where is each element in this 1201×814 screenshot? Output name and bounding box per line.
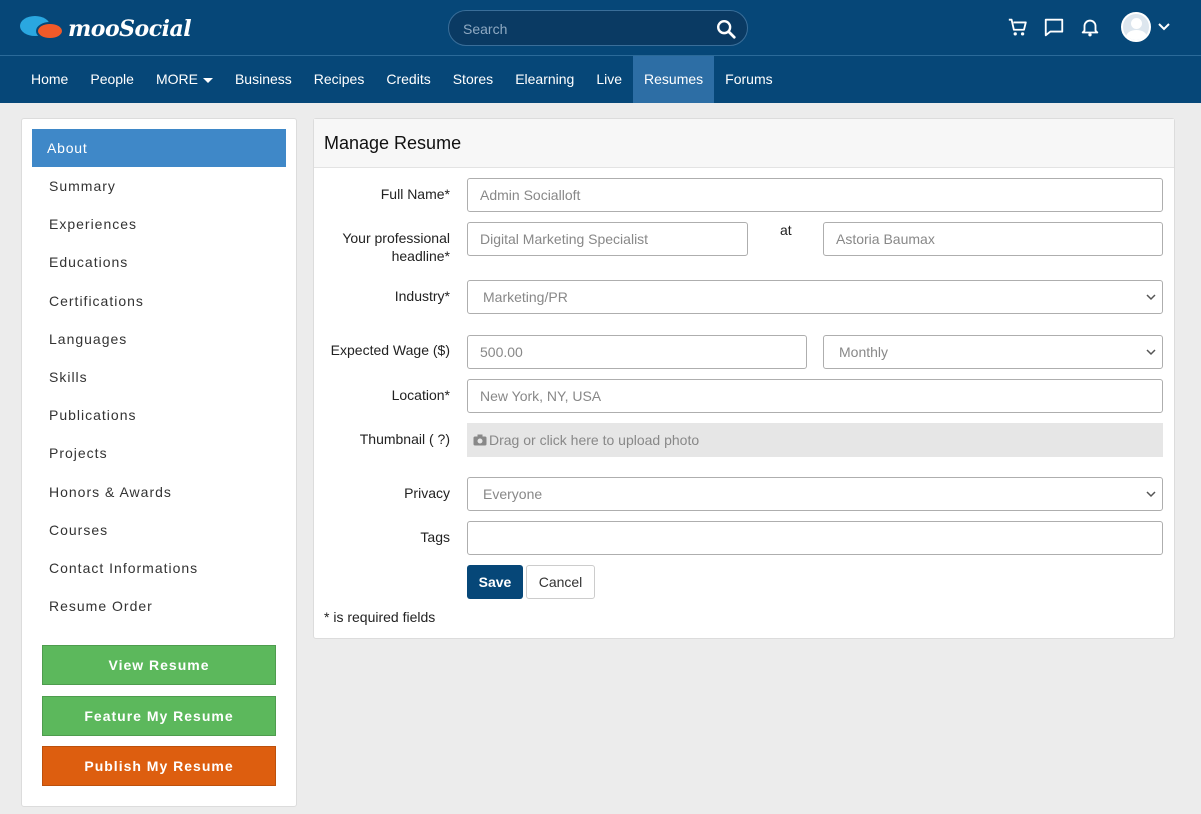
company-input[interactable]: Astoria Baumax (823, 222, 1163, 256)
sidebar-item-honors-awards[interactable]: Honors & Awards (49, 473, 198, 511)
search-icon[interactable] (715, 18, 737, 40)
nav-item-forums[interactable]: Forums (714, 56, 783, 103)
resume-sidebar: About Summary Experiences Educations Cer… (21, 118, 297, 807)
header-actions (1007, 12, 1171, 42)
nav-item-live[interactable]: Live (585, 56, 633, 103)
chevron-down-icon (1146, 294, 1156, 301)
nav-more-label: MORE (155, 71, 198, 87)
industry-select-value: Marketing/PR (483, 289, 568, 305)
headline-label-line2: headline* (391, 248, 450, 264)
sidebar-item-resume-order[interactable]: Resume Order (49, 587, 198, 625)
nav-item-stores[interactable]: Stores (442, 56, 504, 103)
chevron-down-icon[interactable] (1157, 20, 1171, 34)
view-resume-button[interactable]: View Resume (42, 645, 276, 685)
site-logo[interactable]: mooSocial (20, 14, 192, 44)
location-input[interactable]: New York, NY, USA (467, 379, 1163, 413)
logo-bubbles-icon (20, 14, 66, 44)
sidebar-item-projects[interactable]: Projects (49, 434, 198, 472)
chevron-down-icon (1146, 349, 1156, 356)
page-title: Manage Resume (314, 119, 1174, 168)
search-input[interactable] (463, 19, 703, 39)
manage-resume-panel: Manage Resume Full Name* Admin Sociallof… (313, 118, 1175, 639)
nav-item-credits[interactable]: Credits (375, 56, 441, 103)
headline-input[interactable]: Digital Marketing Specialist (467, 222, 748, 256)
headline-label-line1: Your professional (342, 230, 450, 246)
sidebar-item-certifications[interactable]: Certifications (49, 282, 198, 320)
search-bar (448, 10, 748, 46)
chevron-down-icon (1146, 491, 1156, 498)
user-avatar[interactable] (1121, 12, 1151, 42)
full-name-label: Full Name* (380, 186, 450, 202)
bell-icon[interactable] (1079, 16, 1101, 38)
top-header: mooSocial (0, 0, 1201, 56)
cart-icon[interactable] (1007, 16, 1029, 38)
privacy-label: Privacy (404, 485, 450, 501)
wage-period-select[interactable]: Monthly (823, 335, 1163, 369)
nav-item-more[interactable]: MORE (145, 56, 224, 103)
wage-period-value: Monthly (839, 344, 889, 360)
industry-label: Industry* (394, 288, 450, 304)
privacy-select-value: Everyone (483, 486, 543, 502)
sidebar-item-summary[interactable]: Summary (49, 167, 198, 205)
nav-item-business[interactable]: Business (224, 56, 303, 103)
sidebar-item-contact-informations[interactable]: Contact Informations (49, 549, 198, 587)
nav-item-people[interactable]: People (79, 56, 145, 103)
sidebar-item-languages[interactable]: Languages (49, 320, 198, 358)
brand-name: mooSocial (68, 16, 192, 42)
nav-item-elearning[interactable]: Elearning (504, 56, 585, 103)
save-button[interactable]: Save (467, 565, 523, 599)
sidebar-menu: Summary Experiences Educations Certifica… (49, 167, 198, 625)
headline-at-label: at (780, 222, 792, 238)
nav-item-recipes[interactable]: Recipes (303, 56, 376, 103)
publish-resume-button[interactable]: Publish My Resume (42, 746, 276, 786)
cancel-button[interactable]: Cancel (526, 565, 595, 599)
thumbnail-label: Thumbnail ( ?) (359, 431, 450, 447)
tags-input[interactable] (467, 521, 1163, 555)
sidebar-item-courses[interactable]: Courses (49, 511, 198, 549)
wage-input[interactable]: 500.00 (467, 335, 807, 369)
sidebar-item-publications[interactable]: Publications (49, 396, 198, 434)
industry-select[interactable]: Marketing/PR (467, 280, 1163, 314)
required-fields-note: * is required fields (324, 609, 436, 625)
headline-label: Your professional headline* (342, 229, 450, 265)
caret-down-icon (202, 77, 213, 83)
wage-label: Expected Wage ($) (330, 342, 450, 358)
chat-icon[interactable] (1043, 16, 1065, 38)
full-name-input[interactable]: Admin Socialloft (467, 178, 1163, 212)
sidebar-item-experiences[interactable]: Experiences (49, 205, 198, 243)
upload-text: Drag or click here to upload photo (489, 432, 700, 448)
nav-item-resumes[interactable]: Resumes (633, 56, 715, 103)
tags-label: Tags (420, 529, 450, 545)
sidebar-item-skills[interactable]: Skills (49, 358, 198, 396)
privacy-select[interactable]: Everyone (467, 477, 1163, 511)
location-label: Location* (391, 387, 450, 403)
sidebar-item-educations[interactable]: Educations (49, 243, 198, 281)
feature-resume-button[interactable]: Feature My Resume (42, 696, 276, 736)
nav-item-home[interactable]: Home (20, 56, 79, 103)
sidebar-item-about[interactable]: About (32, 129, 286, 167)
photo-upload-zone[interactable]: Drag or click here to upload photo (467, 423, 1163, 457)
camera-icon (473, 434, 487, 446)
main-nav: Home People MORE Business Recipes Credit… (0, 56, 1201, 103)
